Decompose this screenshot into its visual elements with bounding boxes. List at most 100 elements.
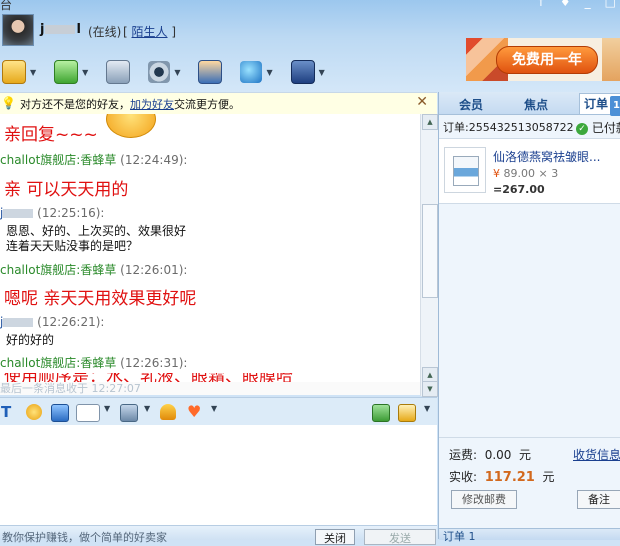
name-mask bbox=[45, 25, 76, 34]
name-mask bbox=[3, 318, 34, 327]
product-price: ¥ 89.00 × 3 bbox=[493, 167, 559, 180]
chevron-down-icon[interactable]: ▼ bbox=[319, 68, 325, 77]
last-message-time: 最后一条消息收于 12:27:07 bbox=[0, 382, 420, 395]
chevron-down-icon[interactable]: ▼ bbox=[424, 404, 430, 413]
chevron-down-icon[interactable]: ▼ bbox=[266, 68, 272, 77]
screenshot-icon[interactable] bbox=[76, 404, 100, 422]
check-icon: ✓ bbox=[576, 122, 588, 135]
send-button[interactable]: 发送 bbox=[364, 529, 436, 545]
add-friend-link[interactable]: 加为好友 bbox=[130, 98, 174, 111]
font-icon[interactable]: T bbox=[1, 404, 17, 420]
monitor-icon bbox=[54, 60, 79, 84]
folder-icon bbox=[2, 60, 26, 84]
stranger-link[interactable]: 陌生人 bbox=[132, 25, 168, 39]
ad-banner[interactable]: 免费用一年 bbox=[466, 38, 620, 81]
smiley-emoji-icon bbox=[106, 114, 156, 138]
message-input[interactable] bbox=[0, 425, 437, 525]
product-title-link[interactable]: 仙洛德燕窝祛皱眼... bbox=[493, 148, 600, 165]
order-number: 订单:255432513058722 bbox=[443, 121, 574, 134]
chevron-down-icon[interactable]: ▼ bbox=[30, 68, 36, 77]
message-text: 亲回复~~~ bbox=[4, 125, 98, 145]
message-header: j (12:25:16): bbox=[0, 206, 105, 220]
ad-free-year-button[interactable]: 免费用一年 bbox=[496, 46, 598, 74]
video-button[interactable]: ▼ bbox=[148, 61, 180, 83]
scroll-up-icon[interactable]: ▲ bbox=[422, 114, 438, 130]
webcam-icon bbox=[148, 61, 171, 83]
microphone-icon bbox=[106, 60, 131, 84]
lightbulb-icon: 💡 bbox=[1, 96, 16, 110]
tab-member[interactable]: 会员 bbox=[459, 96, 483, 113]
stranger-tag: [ 陌生人 ] bbox=[123, 25, 177, 39]
send-file-button[interactable]: ▼ bbox=[2, 60, 36, 84]
order-panel: 会员 焦点 订单1 订单:255432513058722 ✓ 已付款 仙洛德燕窝… bbox=[438, 92, 620, 543]
close-icon[interactable]: ✕ bbox=[416, 94, 428, 110]
order-count-badge: 1 bbox=[610, 96, 620, 116]
message-header: challot旗舰店:香蜂草 (12:24:49): bbox=[0, 153, 188, 167]
message-history: 亲回复~~~ challot旗舰店:香蜂草 (12:24:49): 亲 可以天天… bbox=[0, 114, 420, 382]
skin-icon[interactable]: ♦ bbox=[560, 0, 571, 9]
friend-notice-bar: 💡 对方还不是您的好友，加为好友交流更方便。 ✕ bbox=[0, 92, 437, 115]
message-header: challot旗舰店:香蜂草 (12:26:31): bbox=[0, 356, 188, 370]
contact-avatar[interactable] bbox=[2, 14, 34, 46]
message-text: 嗯呢 亲天天用效果更好呢 bbox=[4, 289, 197, 309]
order-item[interactable]: 仙洛德燕窝祛皱眼... ¥ 89.00 × 3 =267.00 bbox=[439, 139, 620, 204]
scroll-down-icon[interactable]: ▼ bbox=[422, 381, 438, 397]
message-text-partial: 使用顺序是：水、乳液、眼霜、眼膜哈 bbox=[4, 373, 334, 382]
heart-icon[interactable]: ♥ bbox=[187, 404, 203, 420]
image-icon[interactable] bbox=[51, 404, 69, 422]
minimize-icon[interactable]: _ bbox=[585, 0, 591, 9]
globe-icon bbox=[240, 61, 263, 83]
window-controls: ↑ ♦ _ □ bbox=[536, 0, 616, 9]
divider bbox=[439, 437, 620, 438]
scrollbar-thumb[interactable] bbox=[422, 204, 438, 298]
chat-header: 台 ↑ ♦ _ □ jl (在线) [ 陌生人 ] ▼ ▼ ▼ ▼ ▼ 免费用一… bbox=[0, 0, 620, 92]
notice-text: 对方还不是您的好友，加为好友交流更方便。 bbox=[20, 98, 240, 111]
ad-side-image bbox=[602, 38, 620, 81]
bell-icon[interactable] bbox=[160, 404, 176, 420]
input-toolbar: T ▼ ▼ ♥ ▼ ▼ bbox=[0, 397, 437, 426]
shipping-info-link[interactable]: 收货信息 bbox=[573, 446, 620, 463]
edit-postage-button[interactable]: 修改邮费 bbox=[451, 490, 517, 509]
chevron-down-icon[interactable]: ▼ bbox=[82, 68, 88, 77]
order-bottom-tab[interactable]: 订单 1 bbox=[439, 528, 620, 543]
tips-link[interactable]: 教你保护赚钱，做个简单的好卖家 bbox=[2, 529, 167, 545]
shipping-fee: 运费: 0.00 元 bbox=[449, 448, 532, 462]
tab-order[interactable]: 订单 1 bbox=[579, 93, 620, 116]
contact-status: (在线) bbox=[88, 25, 122, 39]
emoji-icon[interactable] bbox=[26, 404, 42, 420]
chevron-down-icon[interactable]: ▼ bbox=[144, 404, 150, 413]
name-mask bbox=[3, 209, 34, 218]
quick-phrase-icon[interactable] bbox=[120, 404, 138, 422]
briefcase-icon bbox=[290, 60, 315, 84]
remark-button[interactable]: 备注 bbox=[577, 490, 620, 509]
screen-share-button[interactable]: ▼ bbox=[54, 60, 88, 84]
chevron-down-icon[interactable]: ▼ bbox=[174, 68, 180, 77]
product-total: =267.00 bbox=[493, 183, 545, 196]
chat-toolbar: ▼ ▼ ▼ ▼ ▼ bbox=[0, 57, 343, 87]
tab-focus[interactable]: 焦点 bbox=[524, 96, 548, 113]
voice-button[interactable] bbox=[106, 60, 131, 84]
window-title-fragment: 台 bbox=[0, 0, 13, 12]
pin-icon[interactable]: ↑ bbox=[536, 0, 546, 9]
contact-name[interactable]: jl bbox=[40, 22, 81, 37]
maximize-icon[interactable]: □ bbox=[605, 0, 616, 9]
chevron-down-icon[interactable]: ▼ bbox=[211, 404, 217, 413]
product-thumbnail[interactable] bbox=[444, 147, 486, 193]
tools-button[interactable]: ▼ bbox=[290, 60, 325, 84]
contact-info-button[interactable] bbox=[198, 60, 223, 84]
network-button[interactable]: ▼ bbox=[240, 61, 273, 83]
amount-received: 实收: 117.21 元 bbox=[449, 470, 555, 485]
user-icon bbox=[198, 60, 223, 84]
chat-scrollbar[interactable]: ▲ ▲ ▼ bbox=[420, 114, 438, 397]
message-header: challot旗舰店:香蜂草 (12:26:01): bbox=[0, 263, 188, 277]
close-button[interactable]: 关闭 bbox=[315, 529, 355, 545]
message-manager-icon[interactable] bbox=[372, 404, 390, 422]
message-header: j (12:26:21): bbox=[0, 315, 105, 329]
panel-tabs: 会员 焦点 订单 1 bbox=[439, 92, 620, 116]
bottom-bar: 教你保护赚钱，做个简单的好卖家 关闭 发送 bbox=[0, 525, 437, 545]
history-icon[interactable] bbox=[398, 404, 416, 422]
chevron-down-icon[interactable]: ▼ bbox=[104, 404, 110, 413]
message-text: 好的好的 bbox=[6, 333, 55, 347]
order-status: ✓ 已付款 bbox=[576, 119, 620, 136]
message-text: 亲 可以天天用的 bbox=[4, 180, 129, 200]
